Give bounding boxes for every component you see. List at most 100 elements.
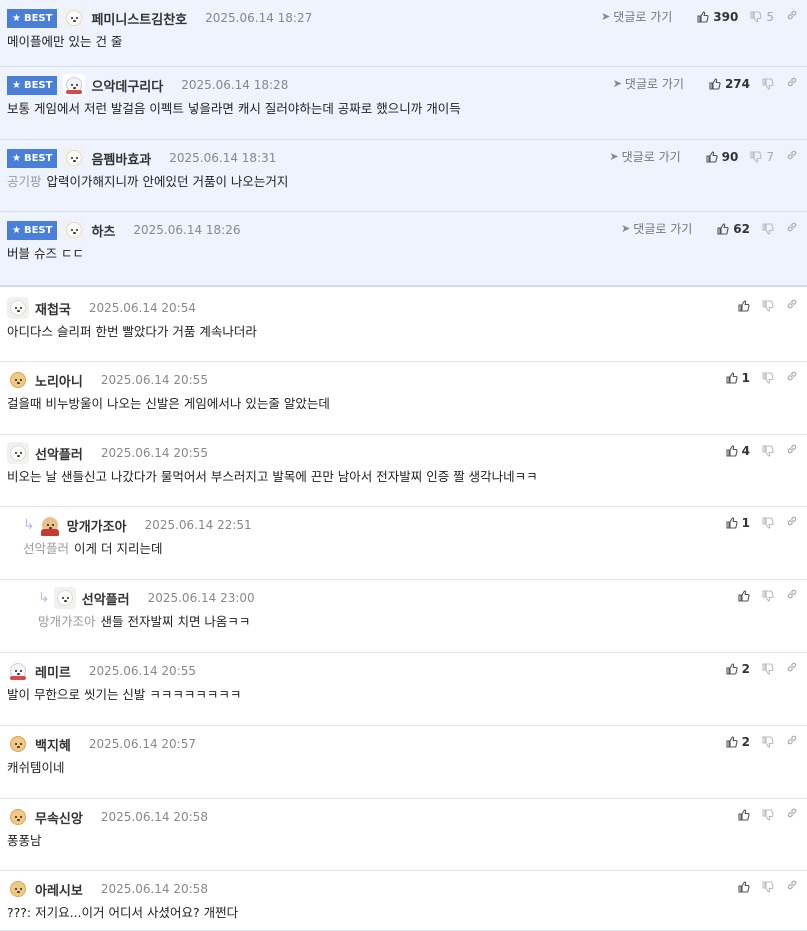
downvote-button[interactable] <box>762 444 774 457</box>
downvote-button[interactable] <box>762 371 774 384</box>
comment-nickname[interactable]: 무속신앙 <box>35 808 83 827</box>
comment-item: 아레시보 2025.06.14 20:58 ???: 저기요...이거 어디서 사… <box>0 871 807 931</box>
avatar-white-dog-icon[interactable] <box>63 7 86 29</box>
comment-date: 2025.06.14 20:54 <box>88 301 196 315</box>
avatar-puppy-icon[interactable] <box>7 806 29 828</box>
upvote-button[interactable]: 274 <box>709 77 750 91</box>
downvote-button[interactable] <box>762 222 774 235</box>
thumbs-down-icon <box>750 150 762 163</box>
upvote-button[interactable]: 1 <box>726 516 750 530</box>
avatar-puppy-icon[interactable] <box>7 733 29 755</box>
downvote-button[interactable] <box>762 880 774 893</box>
upvote-count: 274 <box>724 76 750 91</box>
goto-comment-button[interactable]: ➤ 댓글로 가기 <box>601 8 672 25</box>
reply-mention[interactable]: 선악플러 <box>23 541 69 556</box>
downvote-count: 5 <box>766 9 774 24</box>
share-link-button[interactable] <box>786 879 798 894</box>
comment-body: 보통 게임에서 저런 발걸음 이펙트 넣을라면 캐시 질러야하는데 공짜로 했으… <box>7 98 461 117</box>
comment-date: 2025.06.14 22:51 <box>144 518 252 532</box>
comment-nickname[interactable]: 으악데구리다 <box>91 76 163 95</box>
comment-actions: 4 <box>714 443 798 458</box>
comment-nickname[interactable]: 선악플러 <box>35 444 83 463</box>
comment-nickname[interactable]: 아레시보 <box>35 880 83 899</box>
link-icon <box>786 588 798 603</box>
avatar-white-dog-icon[interactable] <box>63 219 86 241</box>
comment-nickname[interactable]: 망개가조아 <box>67 516 127 535</box>
share-link-button[interactable] <box>786 76 798 91</box>
upvote-button[interactable]: 4 <box>726 444 750 458</box>
comment-nickname[interactable]: 재첩국 <box>35 299 71 318</box>
upvote-button[interactable] <box>738 808 750 821</box>
share-link-button[interactable] <box>786 221 798 236</box>
downvote-button[interactable] <box>762 516 774 529</box>
comment-item: 백지혜 2025.06.14 20:57 캐쉬템이네 2 <box>0 726 807 799</box>
upvote-button[interactable] <box>738 880 750 893</box>
avatar-polar-bear-icon[interactable] <box>63 74 86 96</box>
avatar-white-dog-icon[interactable] <box>7 442 29 464</box>
share-link-button[interactable] <box>786 370 798 385</box>
best-badge: ★ BEST <box>7 75 58 95</box>
comment-item: 레미르 2025.06.14 20:55 발이 무한으로 씻기는 신발 ㅋㅋㅋㅋㅋ… <box>0 653 807 726</box>
comment-header: 레미르 2025.06.14 20:55 <box>7 660 196 682</box>
upvote-button[interactable]: 90 <box>706 149 739 164</box>
upvote-button[interactable] <box>738 299 750 312</box>
goto-comment-button[interactable]: ➤ 댓글로 가기 <box>621 220 692 237</box>
upvote-button[interactable]: 62 <box>717 222 750 236</box>
comment-text: 퐁퐁남 <box>7 833 42 848</box>
goto-comment-button[interactable]: ➤ 댓글로 가기 <box>613 75 684 92</box>
downvote-button[interactable] <box>762 77 774 90</box>
share-link-button[interactable] <box>786 734 798 749</box>
avatar-white-dog-icon[interactable] <box>63 147 86 169</box>
reply-mention[interactable]: 공기팡 <box>7 174 42 189</box>
thumbs-up-icon <box>726 371 738 384</box>
goto-comment-button[interactable]: ➤ 댓글로 가기 <box>609 148 680 165</box>
comment-item: 재첩국 2025.06.14 20:54 아디다스 슬리퍼 한번 빨았다가 거품 … <box>0 290 807 362</box>
comment-body: ???: 저기요...이거 어디서 사셨어요? 개쩐다 <box>7 902 238 921</box>
share-link-button[interactable] <box>786 443 798 458</box>
share-link-button[interactable] <box>786 149 798 164</box>
avatar-white-dog-icon[interactable] <box>7 297 29 319</box>
comment-actions: 1 <box>714 515 798 530</box>
downvote-button[interactable]: 7 <box>750 150 774 164</box>
downvote-button[interactable] <box>762 662 774 675</box>
upvote-button[interactable]: 2 <box>726 735 750 749</box>
comment-body: 메이플에만 있는 건 줄 <box>7 31 122 50</box>
downvote-button[interactable] <box>762 808 774 821</box>
upvote-button[interactable]: 2 <box>726 662 750 676</box>
avatar-puppy-icon[interactable] <box>7 369 29 391</box>
upvote-button[interactable]: 1 <box>726 371 750 385</box>
comment-body: 공기팡 압력이가해지니까 안에있던 거품이 나오는거지 <box>7 171 288 190</box>
thumbs-up-icon <box>697 10 709 23</box>
comment-nickname[interactable]: 선악플러 <box>82 589 130 608</box>
comment-date: 2025.06.14 18:28 <box>181 78 289 92</box>
comment-text: 비오는 날 샌들신고 나갔다가 물먹어서 부스러지고 발목에 끈만 남아서 전자… <box>7 469 538 484</box>
avatar-puppy-icon[interactable] <box>7 878 29 900</box>
comment-nickname[interactable]: 음펨바효과 <box>91 149 151 168</box>
comment-nickname[interactable]: 백지혜 <box>35 735 71 754</box>
downvote-button[interactable] <box>762 589 774 602</box>
avatar-polar-bear-icon[interactable] <box>7 660 29 682</box>
reply-mention[interactable]: 망개가조아 <box>38 614 96 629</box>
thumbs-down-icon <box>762 662 774 675</box>
comment-date: 2025.06.14 18:31 <box>169 151 277 165</box>
downvote-button[interactable]: 5 <box>750 10 774 24</box>
avatar-white-dog-icon[interactable] <box>53 587 76 609</box>
downvote-button[interactable] <box>762 299 774 312</box>
share-link-button[interactable] <box>786 588 798 603</box>
avatar-red-cape-icon[interactable] <box>38 514 61 536</box>
upvote-button[interactable] <box>738 589 750 602</box>
share-link-button[interactable] <box>786 515 798 530</box>
comment-nickname[interactable]: 레미르 <box>35 662 71 681</box>
comment-nickname[interactable]: 하츠 <box>91 221 115 240</box>
share-link-button[interactable] <box>786 807 798 822</box>
upvote-count: 90 <box>721 149 739 164</box>
upvote-count: 4 <box>741 443 750 458</box>
upvote-button[interactable]: 390 <box>697 10 738 24</box>
thumbs-up-icon <box>709 77 721 90</box>
share-link-button[interactable] <box>786 298 798 313</box>
share-link-button[interactable] <box>786 9 798 24</box>
downvote-button[interactable] <box>762 735 774 748</box>
comment-nickname[interactable]: 페미니스트김찬호 <box>91 9 187 28</box>
share-link-button[interactable] <box>786 661 798 676</box>
comment-nickname[interactable]: 노리아니 <box>35 371 83 390</box>
